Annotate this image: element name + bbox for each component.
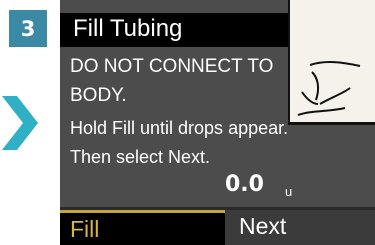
instruction-line-3: Hold Fill until drops appear. <box>70 118 289 138</box>
fill-amount-value: 0.0 <box>225 172 264 197</box>
screen-title: Fill Tubing <box>73 15 183 42</box>
step-number-badge: 3 <box>9 10 47 47</box>
instruction-line-2: BODY. <box>70 85 127 106</box>
next-softkey[interactable]: Next <box>225 210 375 245</box>
fill-softkey[interactable]: Fill <box>60 210 225 245</box>
fill-softkey-label: Fill <box>70 216 100 242</box>
instruction-line-1: DO NOT CONNECT TO <box>70 56 274 77</box>
fill-amount-unit: u <box>285 184 293 199</box>
next-softkey-label: Next <box>239 213 287 239</box>
instruction-line-4: Then select Next. <box>70 147 211 167</box>
hand-illustration <box>288 0 375 125</box>
chevron-right-icon <box>2 96 38 150</box>
